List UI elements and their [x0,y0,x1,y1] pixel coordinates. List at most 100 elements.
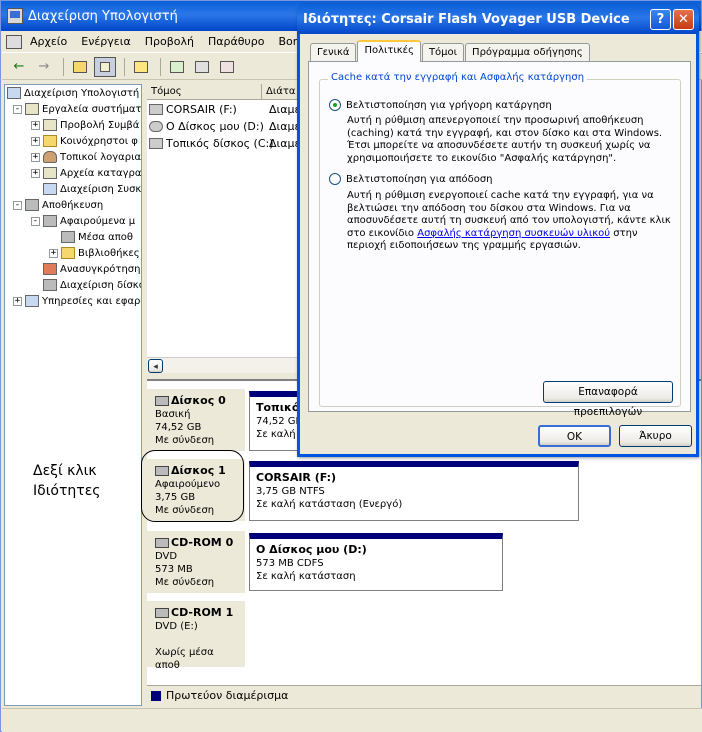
tree-item-libraries[interactable]: + Βιβλιοθήκες [49,245,140,261]
storage-icon [25,199,39,211]
annotation-line: Δεξί κλικ [33,463,97,479]
tree-item-storage[interactable]: - Αποθήκευση [13,197,103,213]
disk-label[interactable]: CD-ROM 0 DVD 573 MB Με σύνδεση [147,531,245,593]
restore-defaults-button[interactable]: Επαναφορά προεπιλογών [543,381,673,418]
partition-name: CORSAIR (F:) [256,471,337,484]
tab-driver[interactable]: Πρόγραμμα οδήγησης [465,43,590,62]
hard-disk-icon [155,396,169,406]
refresh-icon[interactable] [166,57,188,77]
horizontal-scrollbar[interactable]: ◂ [147,357,303,373]
main-window-title: Διαχείριση Υπολογιστή [28,8,178,24]
dialog-title-bar[interactable]: Ιδιότητες: Corsair Flash Voyager USB Dev… [297,4,699,34]
toolbar-separator [160,57,161,76]
menu-view[interactable]: Προβολή [145,35,194,48]
collapse-icon[interactable]: - [13,104,22,114]
tree-item-system-tools[interactable]: - Εργαλεία συστήματ [13,101,141,117]
tab-general[interactable]: Γενικά [310,43,357,62]
partition-box[interactable]: CORSAIR (F:) 3,75 GB NTFS Σε καλή κατάστ… [249,461,579,521]
defrag-icon [43,263,57,275]
cd-drive-icon [149,121,163,132]
tab-policies[interactable]: Πολιτικές [357,40,421,62]
volume-layout: Διαμέ [269,137,301,150]
tree-item-removable-storage[interactable]: - Αφαιρούμενα μ [31,213,135,229]
performance-radio[interactable]: Βελτιστοποίηση για απόδοση [329,173,493,185]
properties-dialog: Ιδιότητες: Corsair Flash Voyager USB Dev… [297,4,699,457]
tab-volumes[interactable]: Τόμοι [421,43,465,62]
drive-icon [149,104,163,115]
expand-icon[interactable]: + [49,248,58,258]
tree-item-performance-logs[interactable]: + Αρχεία καταγρα [31,165,141,181]
menu-file[interactable]: Αρχείο [30,35,67,48]
tree-item-services-apps[interactable]: + Υπηρεσίες και εφαρ [13,293,140,309]
partition-status: Σε καλή κατάσταση [256,571,356,582]
radio-unselected-icon[interactable] [329,173,341,185]
annotation-highlight [141,450,244,522]
up-folder-icon[interactable] [69,57,91,77]
collapse-icon[interactable]: - [13,200,22,210]
tree-item-local-users[interactable]: + Τοπικοί λογαρια [31,149,141,165]
safely-remove-link[interactable]: Ασφαλής κατάργηση συσκευών υλικού [417,228,610,239]
toolbar-separator [63,57,64,76]
tree-item-label: Διαχείριση Συσκ [60,183,142,195]
tree-item-label: Διαχείριση Υπολογιστή [24,87,140,99]
expand-icon[interactable]: + [31,120,40,130]
expand-icon[interactable]: + [31,152,40,162]
menu-window[interactable]: Παράθυρο [208,35,265,48]
column-header-volume[interactable]: Τόμος [147,84,262,100]
disk-status: Με σύνδεση [155,435,215,446]
cd-drive-icon [155,538,169,548]
console-icon[interactable] [6,34,22,49]
radio-selected-icon[interactable] [329,99,341,111]
forward-arrow-icon[interactable]: → [33,57,55,77]
help-button[interactable]: ? [650,9,671,30]
ok-button[interactable]: OK [538,425,611,447]
disk-label[interactable]: CD-ROM 1 DVD (E:) Χωρίς μέσα αποθ [147,601,245,671]
tree-item-device-manager[interactable]: Διαχείριση Συσκ [43,181,141,197]
expand-icon[interactable]: + [31,136,40,146]
disk-type: DVD [155,551,178,562]
cancel-button[interactable]: Άκυρο [619,425,692,447]
tree-item-physical-locations[interactable]: Μέσα αποθ [61,229,133,245]
export-list-icon[interactable] [216,57,238,77]
status-bar [2,708,702,732]
volume-layout: Διαμέ [269,120,301,133]
disk-type: Βασική [155,409,191,420]
scroll-left-icon[interactable]: ◂ [148,359,163,373]
tree-item-label: Κοινόχρηστοι φ [60,135,138,147]
menu-action[interactable]: Ενέργεια [81,35,130,48]
volume-name: Ο Δίσκος μου (D:) [166,120,264,133]
partition-box[interactable]: Ο Δίσκος μου (D:) 573 MB CDFS Σε καλή κα… [249,533,503,591]
legend-label: Πρωτεύον διαμέρισμα [166,689,289,702]
properties-icon[interactable] [191,57,213,77]
tools-icon [25,103,39,115]
volume-name: Τοπικός δίσκος (C:) [166,137,274,150]
help-icon[interactable] [130,57,152,77]
primary-partition-swatch [151,690,161,701]
removable-icon [43,215,57,227]
disk-label[interactable]: Δίσκος 0 Βασική 74,52 GB Με σύνδεση [147,389,245,451]
event-viewer-icon [43,119,57,131]
legend: Πρωτεύον διαμέρισμα [147,685,701,705]
radio-label: Βελτιστοποίηση για γρήγορη κατάργηση [346,99,552,111]
volume-layout: Διαμέ [269,103,301,116]
quick-removal-radio[interactable]: Βελτιστοποίηση για γρήγορη κατάργηση [329,99,552,111]
disk-size: 573 MB [155,564,193,575]
users-icon [43,151,57,163]
expand-icon[interactable]: + [13,296,22,306]
show-hide-tree-icon[interactable] [94,56,116,77]
tree-item-computer-management[interactable]: Διαχείριση Υπολογιστή [7,85,139,101]
tree-item-shared-folders[interactable]: + Κοινόχρηστοι φ [31,133,138,149]
close-button[interactable]: ✕ [673,9,694,30]
tree-item-event-viewer[interactable]: + Προβολή Συμβά [31,117,139,133]
back-arrow-icon[interactable]: ← [8,57,30,77]
collapse-icon[interactable]: - [31,216,40,226]
disk-name: CD-ROM 1 [171,606,234,619]
radio-label: Βελτιστοποίηση για απόδοση [346,173,493,185]
tree-item-defragmenter[interactable]: Ανασυγκρότηση [43,261,140,277]
expand-icon[interactable]: + [31,168,40,178]
tree-item-disk-management[interactable]: Διαχείριση δίσκο [43,277,141,293]
services-icon [25,295,39,307]
partition-size: 3,75 GB NTFS [256,486,325,497]
cd-drive-icon [155,608,169,618]
shared-folder-icon [43,135,57,147]
